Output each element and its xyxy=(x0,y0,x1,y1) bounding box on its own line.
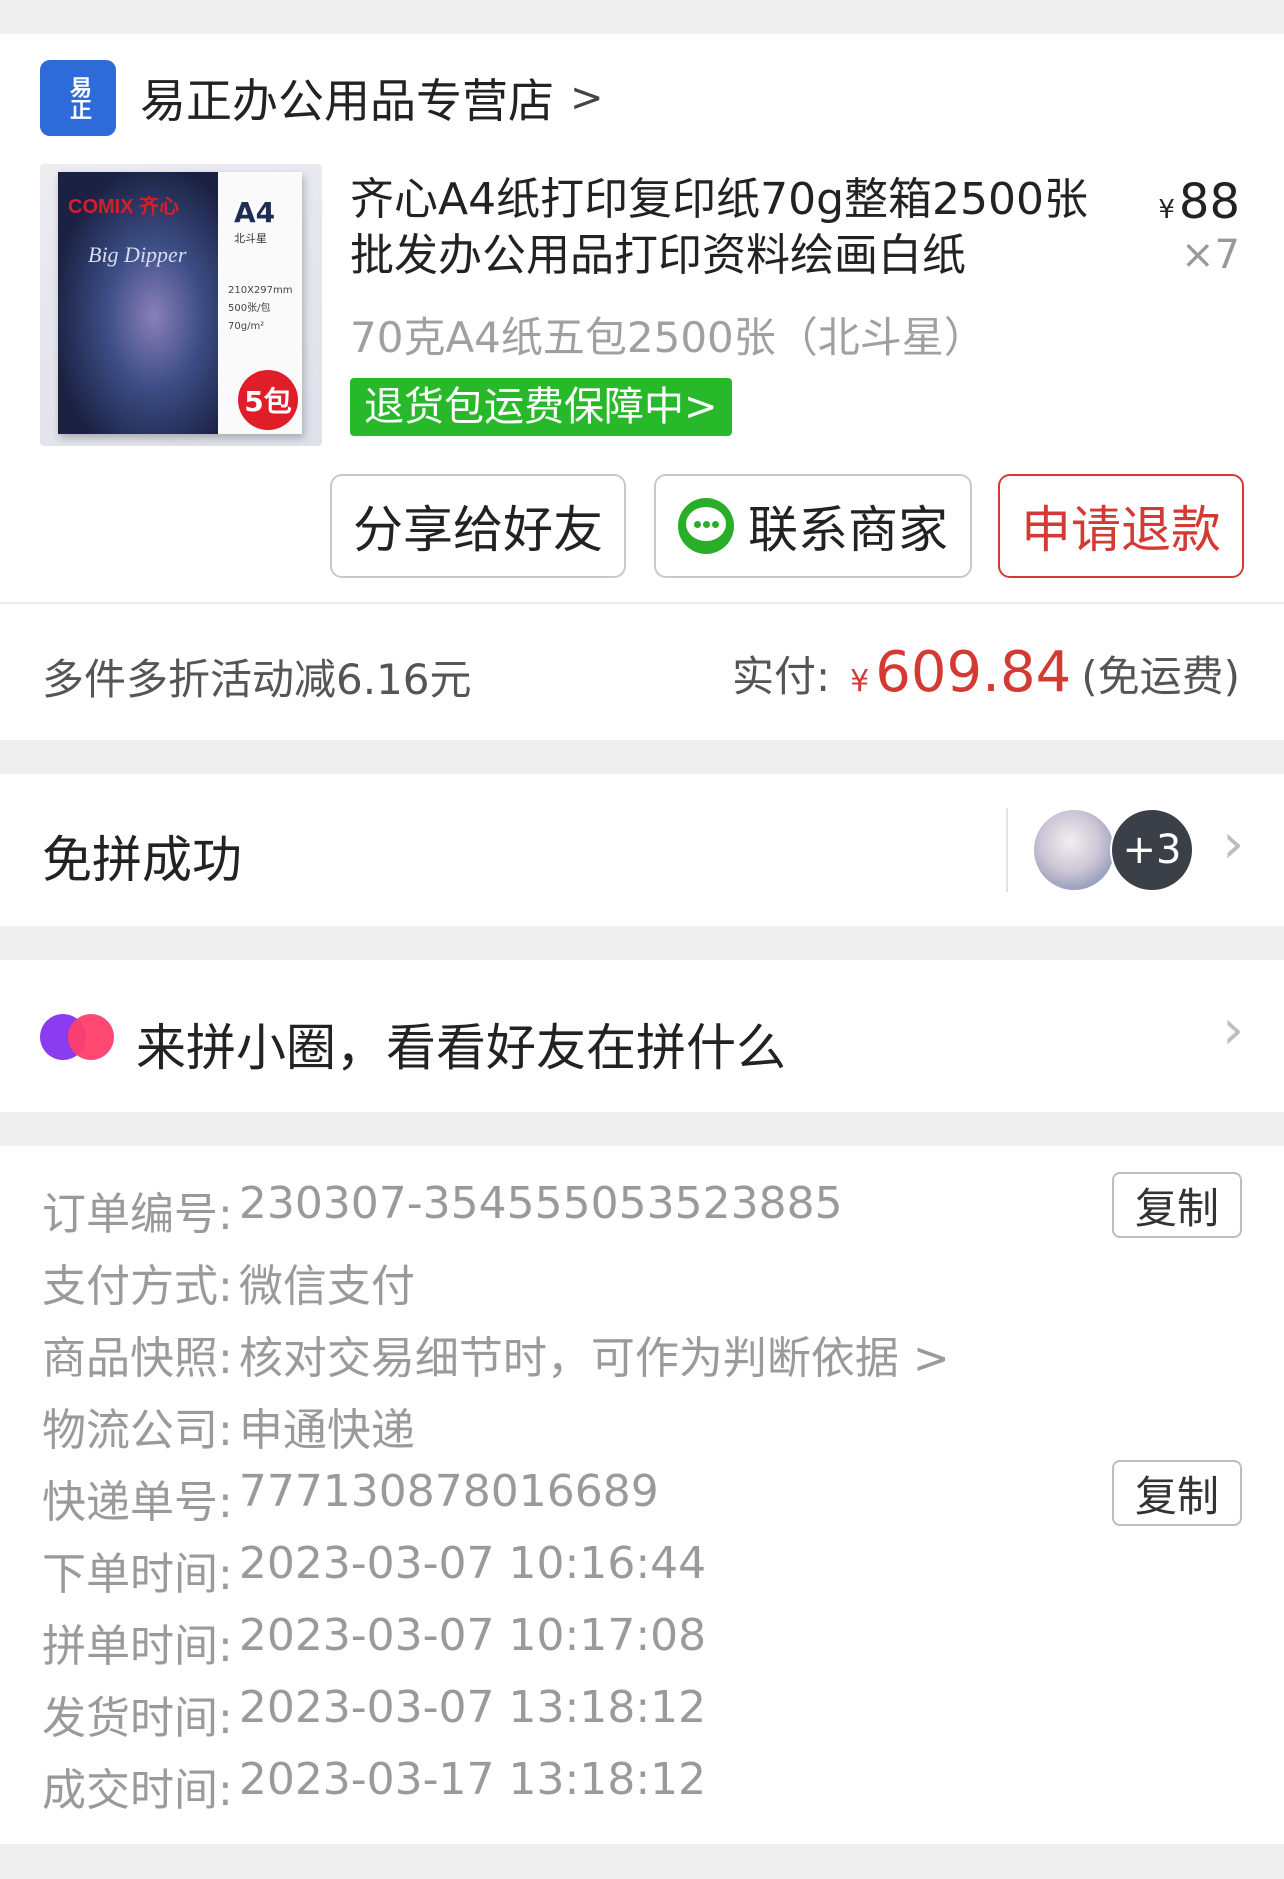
group-status-row[interactable]: 免拼成功 +3 › xyxy=(0,774,1284,926)
logistics-company-value: 申通快递 xyxy=(238,1405,415,1456)
price-value: 88 xyxy=(1178,174,1240,230)
friend-circle-row[interactable]: 来拼小圈，看看好友在拼什么 › xyxy=(0,960,1284,1112)
chevron-right-icon: > xyxy=(570,75,604,121)
deal-time-row: 成交时间: 2023-03-17 13:18:12 xyxy=(42,1754,706,1818)
info-label: 商品快照: xyxy=(42,1333,233,1384)
package-side-label: 北斗星 xyxy=(234,232,267,245)
logistics-company-row: 物流公司: 申通快递 xyxy=(42,1394,415,1458)
tracking-number-row: 快递单号: 777130878016689 xyxy=(42,1466,659,1530)
chevron-right-icon: › xyxy=(1222,812,1244,875)
paper-package: COMIX 齐心 Big Dipper A4 北斗星 210X297mm 500… xyxy=(58,172,302,434)
info-label: 下单时间: xyxy=(42,1549,233,1600)
package-size: A4 xyxy=(234,196,276,229)
info-label: 物流公司: xyxy=(42,1405,233,1456)
currency-symbol: ¥ xyxy=(1158,195,1175,225)
tracking-number-value: 777130878016689 xyxy=(238,1466,659,1517)
package-spec-line: 70g/m² xyxy=(228,321,265,332)
payment-method-value: 微信支付 xyxy=(238,1261,415,1312)
order-info-section: 订单编号: 230307-354555053523885 复制 支付方式: 微信支付… xyxy=(0,1146,1284,1844)
order-number-value: 230307-354555053523885 xyxy=(238,1178,843,1229)
paid-amount: 实付: ¥ 609.84 (免运费) xyxy=(732,640,1240,705)
package-count-badge: 5包 xyxy=(238,370,298,430)
package-spec-line: 500张/包 xyxy=(228,303,271,314)
snapshot-row[interactable]: 商品快照: 核对交易细节时，可作为判断依据 > xyxy=(42,1322,950,1386)
product-title[interactable]: 齐心A4纸打印复印纸70g整箱2500张批发办公用品打印资料绘画白纸 xyxy=(350,172,1100,284)
info-label: 支付方式: xyxy=(42,1261,233,1312)
section-gap xyxy=(0,1112,1284,1146)
copy-tracking-number-button[interactable]: 复制 xyxy=(1112,1460,1242,1526)
info-label: 快递单号: xyxy=(42,1477,233,1528)
shop-header[interactable]: 易正 易正办公用品专营店 > xyxy=(40,60,604,136)
payment-method-row: 支付方式: 微信支付 xyxy=(42,1250,415,1314)
order-time-value: 2023-03-07 10:16:44 xyxy=(238,1538,707,1589)
package-front: COMIX 齐心 Big Dipper xyxy=(58,172,218,434)
paid-value: 609.84 xyxy=(875,640,1072,705)
order-product-card: 易正 易正办公用品专营店 > COMIX 齐心 Big Dipper A4 北斗… xyxy=(0,34,1284,602)
copy-order-number-button[interactable]: 复制 xyxy=(1112,1172,1242,1238)
shop-name[interactable]: 易正办公用品专营店 xyxy=(140,65,554,131)
shop-logo: 易正 xyxy=(40,60,116,136)
info-label: 订单编号: xyxy=(42,1189,233,1240)
currency-symbol: ¥ xyxy=(850,664,870,699)
order-time-row: 下单时间: 2023-03-07 10:16:44 xyxy=(42,1538,706,1602)
circle-logo-icon xyxy=(40,1014,114,1060)
paid-label: 实付: xyxy=(732,652,831,701)
package-brand: COMIX 齐心 xyxy=(68,196,180,218)
contact-merchant-button[interactable]: 联系商家 xyxy=(654,474,972,578)
shipping-note: (免运费) xyxy=(1081,652,1240,701)
order-total-row: 多件多折活动减6.16元 实付: ¥ 609.84 (免运费) xyxy=(0,602,1284,740)
product-quantity: ×7 xyxy=(1181,232,1240,278)
deal-time-value: 2023-03-17 13:18:12 xyxy=(238,1754,707,1805)
ship-time-row: 发货时间: 2023-03-07 13:18:12 xyxy=(42,1682,706,1746)
info-label: 拼单时间: xyxy=(42,1621,233,1672)
product-image[interactable]: COMIX 齐心 Big Dipper A4 北斗星 210X297mm 500… xyxy=(40,164,322,446)
product-spec: 70克A4纸五包2500张（北斗星） xyxy=(350,313,986,362)
chevron-right-icon: › xyxy=(1222,998,1244,1061)
product-price: ¥88 xyxy=(1158,174,1240,230)
info-label: 成交时间: xyxy=(42,1765,233,1816)
avatar xyxy=(1034,810,1114,890)
section-gap xyxy=(0,740,1284,774)
info-label: 发货时间: xyxy=(42,1693,233,1744)
divider xyxy=(1006,808,1008,892)
group-time-row: 拼单时间: 2023-03-07 10:17:08 xyxy=(42,1610,706,1674)
contact-merchant-label: 联系商家 xyxy=(748,501,948,559)
package-series: Big Dipper xyxy=(88,242,187,267)
return-shipping-tag[interactable]: 退货包运费保障中> xyxy=(350,378,732,436)
section-gap xyxy=(0,926,1284,960)
package-spec: 210X297mm 500张/包 70g/m² xyxy=(228,282,293,336)
snapshot-link[interactable]: 核对交易细节时，可作为判断依据 > xyxy=(239,1322,950,1386)
group-time-value: 2023-03-07 10:17:08 xyxy=(238,1610,707,1661)
package-spec-line: 210X297mm xyxy=(228,285,293,296)
shop-logo-text: 易正 xyxy=(66,76,91,120)
group-status-title: 免拼成功 xyxy=(42,831,242,889)
friend-circle-text: 来拼小圈，看看好友在拼什么 xyxy=(136,1019,786,1077)
discount-text: 多件多折活动减6.16元 xyxy=(42,655,472,704)
refund-button[interactable]: 申请退款 xyxy=(998,474,1244,578)
order-number-row: 订单编号: 230307-354555053523885 xyxy=(42,1178,843,1242)
more-members-avatar: +3 xyxy=(1110,808,1194,892)
ship-time-value: 2023-03-07 13:18:12 xyxy=(238,1682,707,1733)
chat-bubble-icon xyxy=(678,498,734,554)
share-button[interactable]: 分享给好友 xyxy=(330,474,626,578)
